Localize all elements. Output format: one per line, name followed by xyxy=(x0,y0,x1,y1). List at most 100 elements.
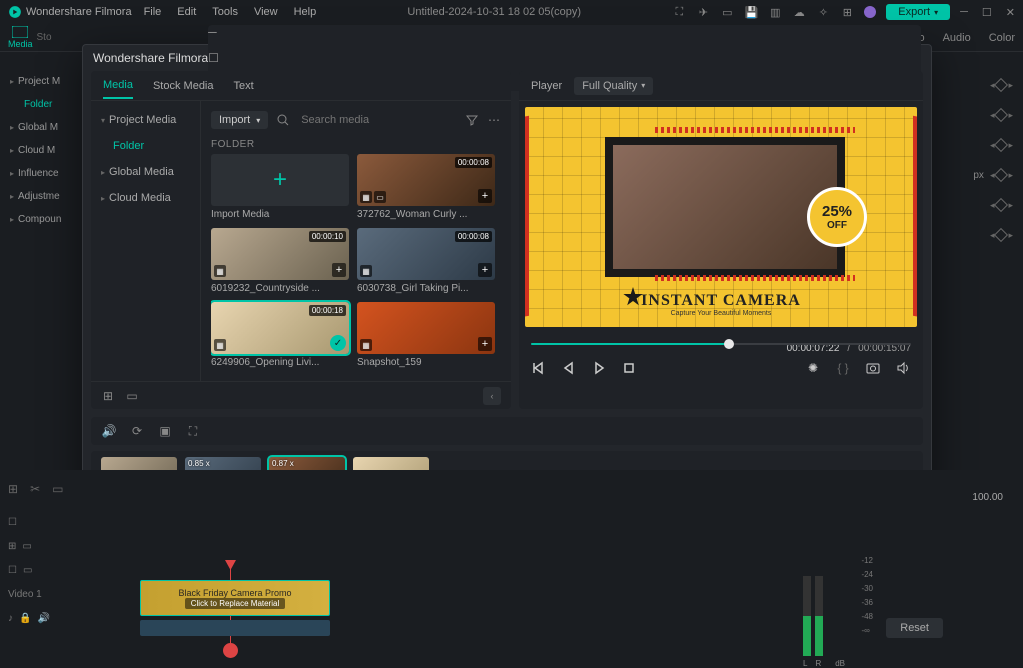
modal-title: Wondershare Filmora xyxy=(93,51,208,65)
media-item[interactable]: 00:00:08▦▭+ 372762_Woman Curly ... xyxy=(357,154,495,220)
folder-icon[interactable]: ▭ xyxy=(125,389,139,403)
bg-sidebar: ▸Project M Folder ▸Global M ▸Cloud M ▸In… xyxy=(0,64,90,284)
media-item[interactable]: 00:00:10▦+ 6019232_Countryside ... xyxy=(211,228,349,294)
crop-icon[interactable]: ▣ xyxy=(157,424,173,438)
add-icon[interactable]: + xyxy=(478,337,492,351)
tab-color[interactable]: Color xyxy=(989,32,1015,44)
sidebar-project-media[interactable]: ▾Project Media xyxy=(91,107,200,133)
bell-icon[interactable]: ✧ xyxy=(816,5,830,19)
audio-icon[interactable]: 🔊 xyxy=(101,424,117,438)
stop-icon[interactable] xyxy=(621,360,637,376)
bg-keyframe-col: ◂▸ ◂▸ ◂▸ px◂▸ ◂▸ ◂▸ xyxy=(949,70,1019,250)
preview-title: INSTANT CAMERA xyxy=(525,292,917,310)
sidebar-folder[interactable]: Folder xyxy=(91,133,200,159)
sidebar-global-media[interactable]: ▸Global Media xyxy=(91,159,200,185)
track-header[interactable]: ☐▭ xyxy=(8,558,68,582)
bg-adjust[interactable]: ▸Adjustme xyxy=(6,185,84,208)
track-header[interactable]: ☐ xyxy=(8,510,68,534)
minimize-icon[interactable]: ─ xyxy=(960,6,968,19)
track-header[interactable]: ⊞▭ xyxy=(8,534,68,558)
search-wrap xyxy=(298,111,457,129)
preview-viewport[interactable]: 25% OFF INSTANT CAMERA Capture Your Beau… xyxy=(525,107,917,327)
color-icon[interactable]: ✺ xyxy=(805,360,821,376)
play-icon[interactable] xyxy=(591,360,607,376)
cloud-icon[interactable]: ☁ xyxy=(792,5,806,19)
bracket-icon[interactable]: { } xyxy=(835,360,851,376)
tl-tool-icon[interactable]: ⊞ xyxy=(8,482,18,496)
tab-text[interactable]: Text xyxy=(234,74,254,98)
preview-panel: Player Full Quality▾ 25% OFF INSTANT CAM… xyxy=(519,71,923,409)
preview-decor xyxy=(525,116,529,318)
timeline-clip[interactable]: Black Friday Camera Promo Click to Repla… xyxy=(140,580,330,616)
media-bottom-bar: ⊞ ▭ ‹ xyxy=(91,381,511,409)
volume-icon[interactable] xyxy=(895,360,911,376)
bg-project-media[interactable]: ▸Project M xyxy=(6,70,84,93)
avatar-icon[interactable] xyxy=(864,6,876,18)
tl-tool-icon[interactable]: ▭ xyxy=(52,482,63,496)
tab-media[interactable]: Media xyxy=(103,73,133,99)
reset-button[interactable]: Reset xyxy=(886,618,943,638)
menu-edit[interactable]: Edit xyxy=(177,6,196,18)
sidebar-cloud-media[interactable]: ▸Cloud Media xyxy=(91,185,200,211)
rotate-icon[interactable]: ⟳ xyxy=(129,424,145,438)
timeline-panel: ⊞ ✂ ▭ ☐ ⊞▭ ☐▭ Video 1 ♪🔒🔊 Black Friday C… xyxy=(0,470,1023,654)
media-content: Import▾ ⋯ FOLDER + Import Media xyxy=(201,101,511,381)
bg-folder[interactable]: Folder xyxy=(6,93,84,116)
add-icon[interactable]: + xyxy=(478,263,492,277)
scrubber[interactable] xyxy=(531,337,911,351)
new-folder-icon[interactable]: ⊞ xyxy=(101,389,115,403)
sto-tab[interactable]: Sto xyxy=(37,32,52,43)
library-icon[interactable]: ▥ xyxy=(768,5,782,19)
menu-file[interactable]: File xyxy=(144,6,162,18)
maximize-icon[interactable]: ☐ xyxy=(982,6,992,19)
export-button[interactable]: Export▾ xyxy=(886,4,950,20)
preview-decor xyxy=(913,116,917,318)
grid-icon[interactable]: ⊞ xyxy=(840,5,854,19)
gift-icon[interactable]: ⛶ xyxy=(672,5,686,19)
track-video-1[interactable]: Video 1 xyxy=(8,582,68,606)
bg-global-media[interactable]: ▸Global M xyxy=(6,116,84,139)
send-icon[interactable]: ✈ xyxy=(696,5,710,19)
menu-tools[interactable]: Tools xyxy=(212,6,238,18)
media-tab[interactable]: Media xyxy=(8,26,33,49)
prev-frame-icon[interactable] xyxy=(531,360,547,376)
app-name: Wondershare Filmora xyxy=(26,6,132,18)
timeline-audio-clip[interactable] xyxy=(140,620,330,636)
add-icon[interactable]: + xyxy=(478,189,492,203)
media-sidebar: ▾Project Media Folder ▸Global Media ▸Clo… xyxy=(91,101,201,381)
menu-view[interactable]: View xyxy=(254,6,278,18)
media-import-tile[interactable]: + Import Media xyxy=(211,154,349,220)
track-audio[interactable]: ♪🔒🔊 xyxy=(8,606,68,630)
tl-tool-icon[interactable]: ✂ xyxy=(30,482,40,496)
add-icon[interactable]: + xyxy=(332,263,346,277)
snapshot-icon[interactable] xyxy=(865,360,881,376)
media-item[interactable]: 00:00:08▦+ 6030738_Girl Taking Pi... xyxy=(357,228,495,294)
media-item[interactable]: ▦+ Snapshot_159 xyxy=(357,302,495,368)
bg-influence[interactable]: ▸Influence xyxy=(6,162,84,185)
media-item[interactable]: 00:00:18▦✓ 6249906_Opening Livi... xyxy=(211,302,349,368)
import-dropdown[interactable]: Import▾ xyxy=(211,111,268,129)
plus-icon: + xyxy=(273,166,287,194)
menu-help[interactable]: Help xyxy=(294,6,317,18)
more-icon[interactable]: ⋯ xyxy=(487,113,501,127)
fit-icon[interactable]: ⛶ xyxy=(185,424,201,439)
filter-icon[interactable] xyxy=(465,114,479,126)
modal-minimize-icon[interactable]: ─ xyxy=(208,25,921,39)
device-icon[interactable]: ▭ xyxy=(720,5,734,19)
search-icon[interactable] xyxy=(276,114,290,126)
save-icon[interactable]: 💾 xyxy=(744,5,758,19)
search-input[interactable] xyxy=(301,114,451,126)
step-back-icon[interactable] xyxy=(561,360,577,376)
close-icon[interactable]: ✕ xyxy=(1006,6,1015,19)
tab-stock-media[interactable]: Stock Media xyxy=(153,74,214,98)
main-menu: File Edit Tools View Help xyxy=(144,6,317,18)
bg-compound[interactable]: ▸Compoun xyxy=(6,208,84,231)
value-readout: 100.00 xyxy=(972,492,1003,503)
tab-audio[interactable]: Audio xyxy=(943,32,971,44)
media-grid: + Import Media 00:00:08▦▭+ 372762_Woman … xyxy=(211,154,501,368)
modal-maximize-icon[interactable]: ☐ xyxy=(208,51,921,65)
bg-cloud-media[interactable]: ▸Cloud M xyxy=(6,139,84,162)
collapse-sidebar-icon[interactable]: ‹ xyxy=(483,387,501,405)
quality-select[interactable]: Full Quality▾ xyxy=(574,77,653,95)
app-logo: Wondershare Filmora xyxy=(8,5,132,19)
